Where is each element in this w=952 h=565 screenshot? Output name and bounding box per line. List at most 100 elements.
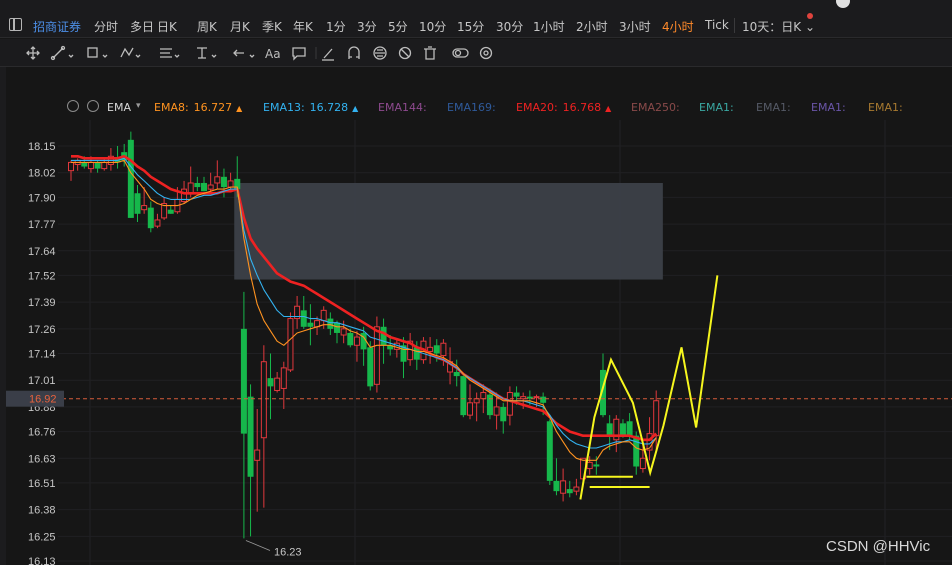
legend-label: EMA20: [516,101,558,114]
fib-tool-icon[interactable] [197,47,217,59]
y-tick-label: 17.90 [28,192,56,204]
eye-off-icon[interactable] [398,46,412,60]
settings-icon[interactable] [479,46,493,60]
y-tick-label: 16.38 [28,505,56,517]
candle-body [427,346,434,352]
legend-label: EMA1: [868,101,903,114]
legend-label: EMA1: [811,101,846,114]
line-tool-icon[interactable] [50,45,74,61]
candle-body [220,176,227,188]
visibility-icon[interactable] [452,48,469,58]
legend-item[interactable]: EMA250: [631,101,680,114]
candle-body [154,219,161,227]
legend-item[interactable]: EMA169: [447,101,496,114]
candle-body [227,180,234,188]
period-tab[interactable]: 1小时 [533,18,565,35]
low-annotation-label: 16.23 [274,546,302,558]
y-tick-label: 17.01 [28,375,56,387]
period-tab[interactable]: 5分 [388,18,408,35]
arrow-tool-icon[interactable] [233,49,255,58]
close-icon[interactable] [87,100,99,112]
legend-item[interactable]: EMA1: [868,101,903,114]
legend-label: EMA1: [699,101,734,114]
tick-tab[interactable]: Tick [705,18,729,32]
period-tab[interactable]: 30分 [496,18,523,35]
current-price-label: 16.92 [29,394,57,406]
text-tool-icon[interactable]: Aa [265,47,281,61]
candle-body [307,322,314,327]
candle-body [127,139,134,218]
candle-body [274,377,281,391]
legend-value: 16.727 [193,101,233,114]
magnet-icon[interactable] [348,46,360,59]
legend-label: EMA250: [631,101,680,114]
y-tick-label: 16.76 [28,427,56,439]
legend-item[interactable]: EMA20: 16.768 ▲ [516,101,611,114]
wave-tool-icon[interactable] [120,47,141,58]
chevron-down-icon[interactable]: ▾ [136,101,141,111]
legend-label: EMA169: [447,101,496,114]
toolbar-divider [734,18,735,33]
candlestick-chart[interactable]: 18.15 18.02 17.90 17.77 17.64 17.52 17.39 17.26… [0,67,952,565]
rect-tool-icon[interactable] [87,47,108,58]
channel-tool-icon[interactable] [160,48,180,58]
period-tab[interactable]: 1分 [326,18,346,35]
candle-body [167,209,174,214]
pen-tool-icon[interactable] [322,48,334,61]
period-tab[interactable]: 周K [197,18,217,35]
period-tab[interactable]: 4小时 [662,18,694,35]
y-tick-label: 18.02 [28,168,56,180]
settings-icon[interactable] [67,100,79,112]
y-tick-label: 18.15 [28,141,56,153]
move-tool-icon[interactable] [26,46,40,60]
legend-item[interactable]: EMA1: [756,101,791,114]
legend-item[interactable]: EMA1: [811,101,846,114]
layout-toggle-icon[interactable] [9,18,22,31]
indicator-name[interactable]: EMA [107,101,131,114]
candle-body [340,328,347,336]
candle-body [493,406,500,416]
note-tool-icon[interactable] [292,47,306,61]
candle-body [566,489,573,494]
timeframe-select[interactable]: 10天：日K ⌄ [742,18,815,35]
candle-body [147,207,154,229]
legend-label: EMA144: [378,101,427,114]
legend-item[interactable]: EMA1: [699,101,734,114]
avatar[interactable] [836,0,850,8]
legend-item[interactable]: EMA8: 16.727 ▲ [154,101,242,114]
candle-body [460,376,467,416]
period-tab[interactable]: 3分 [357,18,377,35]
legend-item[interactable]: EMA13: 16.728 ▲ [263,101,358,114]
candle-body [440,342,447,357]
candle-body [453,371,460,377]
period-tab[interactable]: 分时 [94,18,118,35]
y-tick-label: 16.63 [28,453,56,465]
candle-body [546,421,553,481]
y-tick-label: 17.14 [28,349,56,361]
period-tab[interactable]: 月K [230,18,250,35]
chevron-down-icon: ⌄ [804,20,816,34]
stock-name[interactable]: 招商证券 [33,18,81,35]
candle-body [473,398,480,404]
period-tab[interactable]: 3小时 [619,18,651,35]
period-tab[interactable]: 10分 [419,18,446,35]
candle-body [247,396,254,477]
candle-body [207,184,214,190]
period-tab[interactable]: 日K [157,18,177,35]
link-icon[interactable] [373,46,387,60]
candle-body [586,461,593,470]
trash-icon[interactable] [424,46,436,60]
legend-item[interactable]: EMA144: [378,101,427,114]
candle-body [653,400,660,437]
period-tab[interactable]: 2小时 [576,18,608,35]
period-tab[interactable]: 多日 [130,18,154,35]
period-tab[interactable]: 15分 [457,18,484,35]
candle-body [500,406,507,422]
period-tab[interactable]: 年K [293,18,313,35]
candle-body [560,480,567,494]
watermark: CSDN @HHVic [826,538,931,555]
period-tab[interactable]: 季K [262,18,282,35]
candle-body [513,392,520,397]
trend-up-icon: ▲ [236,104,243,113]
candle-body [334,322,340,333]
